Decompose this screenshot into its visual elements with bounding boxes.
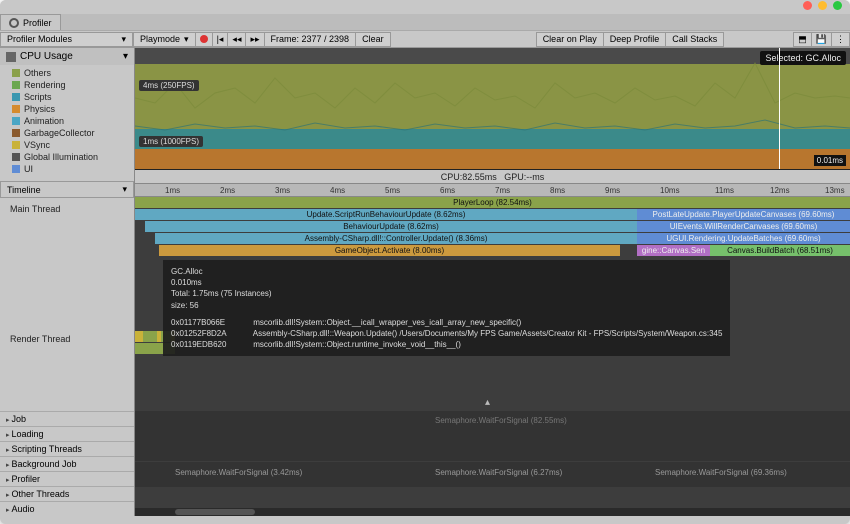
timeline-dropdown[interactable]: Timeline▾ bbox=[0, 181, 134, 198]
window-minimize-icon[interactable] bbox=[818, 1, 827, 10]
profiler-modules-dropdown[interactable]: Profiler Modules▾ bbox=[0, 32, 133, 47]
category-swatch bbox=[12, 165, 20, 173]
call-stacks-button[interactable]: Call Stacks bbox=[665, 32, 724, 47]
timeline-bar[interactable]: Assembly-CSharp.dll!::Controller.Update(… bbox=[155, 233, 637, 244]
expander-other-threads[interactable]: Other Threads bbox=[0, 486, 134, 501]
timeline-bar[interactable]: BehaviourUpdate (8.62ms) bbox=[145, 221, 637, 232]
expander-audio[interactable]: Audio bbox=[0, 501, 134, 516]
selected-label: Selected: GC.Alloc bbox=[760, 51, 846, 65]
category-swatch bbox=[12, 81, 20, 89]
tab-label: Profiler bbox=[23, 18, 52, 28]
frame-stats: CPU:82.55ms GPU:--ms bbox=[135, 170, 850, 184]
window-maximize-icon[interactable] bbox=[833, 1, 842, 10]
timeline-bar[interactable]: PostLateUpdate.PlayerUpdateCanvases (69.… bbox=[637, 209, 850, 220]
category-rendering[interactable]: Rendering bbox=[12, 79, 128, 91]
next-frame-button[interactable]: ▸▸ bbox=[245, 32, 264, 47]
clear-button[interactable]: Clear bbox=[355, 32, 391, 47]
timeline-bar[interactable]: UIEvents.WillRenderCanvases (69.60ms) bbox=[637, 221, 850, 232]
category-swatch bbox=[12, 141, 20, 149]
job-row: Semaphore.WaitForSignal (82.55ms) bbox=[135, 411, 850, 461]
category-scripts[interactable]: Scripts bbox=[12, 91, 128, 103]
sample-tooltip: GC.Alloc 0.010ms Total: 1.75ms (75 Insta… bbox=[163, 260, 730, 356]
timeline-body[interactable]: PlayerLoop (82.54ms)Update.ScriptRunBeha… bbox=[135, 197, 850, 516]
prev-frame-button[interactable]: ◂◂ bbox=[227, 32, 246, 47]
cpu-usage-chart[interactable]: 4ms (250FPS) 1ms (1000FPS) Selected: GC.… bbox=[135, 48, 850, 170]
category-swatch bbox=[12, 117, 20, 125]
profiler-row: Semaphore.WaitForSignal (3.42ms) Semapho… bbox=[135, 462, 850, 487]
category-physics[interactable]: Physics bbox=[12, 103, 128, 115]
render-thread-label: Render Thread bbox=[0, 328, 134, 350]
collapse-icon[interactable]: ▴ bbox=[485, 397, 490, 408]
first-frame-button[interactable]: |◂ bbox=[212, 32, 229, 47]
frame-indicator: Frame: 2377 / 2398 bbox=[264, 32, 357, 47]
record-button[interactable] bbox=[195, 32, 213, 47]
category-global illumination[interactable]: Global Illumination bbox=[12, 151, 128, 163]
expander-profiler[interactable]: Profiler bbox=[0, 471, 134, 486]
profiler-icon bbox=[9, 18, 19, 28]
timeline-bar[interactable]: gine::Canvas.Sen bbox=[637, 245, 710, 256]
expander-background-job[interactable]: Background Job bbox=[0, 456, 134, 471]
category-swatch bbox=[12, 93, 20, 101]
cpu-usage-header[interactable]: CPU Usage ▾ bbox=[0, 48, 134, 65]
cpu-icon bbox=[6, 52, 16, 62]
timeline-bar[interactable]: GameObject.Activate (8.00ms) bbox=[159, 245, 620, 256]
category-swatch bbox=[12, 105, 20, 113]
timeline-bar[interactable]: UGUI.Rendering.UpdateBatches (69.60ms) bbox=[637, 233, 850, 244]
playmode-dropdown[interactable]: Playmode▾ bbox=[133, 32, 196, 47]
category-swatch bbox=[12, 153, 20, 161]
h-scrollbar[interactable] bbox=[135, 508, 850, 516]
window-close-icon[interactable] bbox=[803, 1, 812, 10]
record-icon bbox=[200, 35, 208, 43]
timeline-bar[interactable]: PlayerLoop (82.54ms) bbox=[135, 197, 850, 208]
main-thread-label: Main Thread bbox=[0, 198, 134, 258]
category-vsync[interactable]: VSync bbox=[12, 139, 128, 151]
fps-marker-250: 4ms (250FPS) bbox=[139, 80, 199, 91]
category-garbagecollector[interactable]: GarbageCollector bbox=[12, 127, 128, 139]
expander-scripting-threads[interactable]: Scripting Threads bbox=[0, 441, 134, 456]
category-others[interactable]: Others bbox=[12, 67, 128, 79]
clear-on-play-button[interactable]: Clear on Play bbox=[536, 32, 604, 47]
category-ui[interactable]: UI bbox=[12, 163, 128, 175]
selected-time-label: 0.01ms bbox=[814, 155, 846, 166]
fps-marker-1000: 1ms (1000FPS) bbox=[139, 136, 203, 147]
deep-profile-button[interactable]: Deep Profile bbox=[603, 32, 667, 47]
category-swatch bbox=[12, 129, 20, 137]
category-swatch bbox=[12, 69, 20, 77]
timeline-bar[interactable]: Canvas.BuildBatch (68.51ms) bbox=[710, 245, 850, 256]
category-animation[interactable]: Animation bbox=[12, 115, 128, 127]
tab-profiler[interactable]: Profiler bbox=[0, 14, 61, 30]
selection-line bbox=[779, 48, 780, 169]
expander-loading[interactable]: Loading bbox=[0, 426, 134, 441]
expander-job[interactable]: Job bbox=[0, 411, 134, 426]
timeline-bar[interactable]: Update.ScriptRunBehaviourUpdate (8.62ms) bbox=[135, 209, 637, 220]
load-button[interactable]: ⬒ bbox=[793, 32, 812, 47]
save-button[interactable]: 💾 bbox=[811, 32, 832, 47]
time-ruler[interactable]: 1ms2ms3ms4ms5ms6ms7ms8ms9ms10ms11ms12ms1… bbox=[135, 184, 850, 197]
context-menu-button[interactable]: ⋮ bbox=[831, 32, 850, 47]
